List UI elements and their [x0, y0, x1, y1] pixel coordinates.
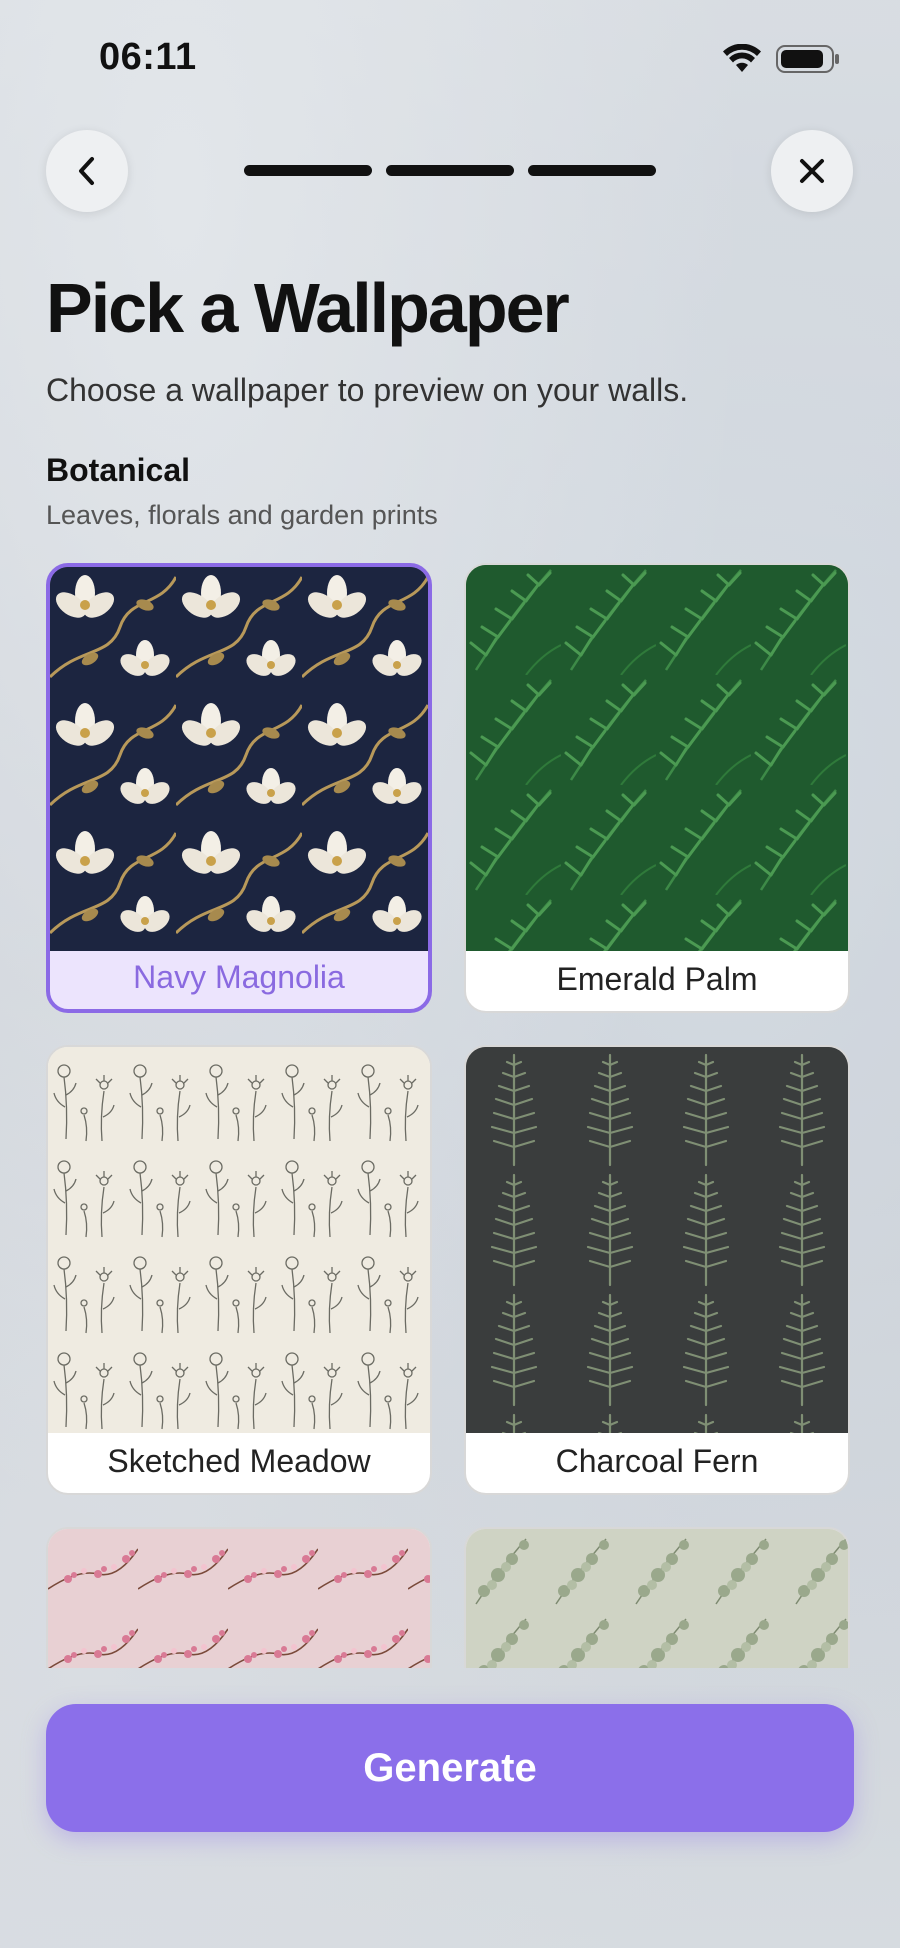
- wallpaper-card-sketched-meadow[interactable]: Sketched Meadow: [46, 1045, 432, 1495]
- wallpaper-grid: Navy Magnolia Emerald Palm Sketched Mead…: [0, 560, 900, 1668]
- wallpaper-card-charcoal-fern[interactable]: Charcoal Fern: [464, 1045, 850, 1495]
- wallpaper-thumbnail: [48, 1047, 430, 1433]
- wifi-icon: [723, 44, 761, 72]
- wallpaper-thumbnail: [466, 565, 848, 951]
- wallpaper-label: Sketched Meadow: [107, 1442, 371, 1479]
- wallpaper-card-emerald-palm[interactable]: Emerald Palm: [464, 563, 850, 1013]
- page-title: Pick a Wallpaper: [46, 269, 570, 347]
- wallpaper-label: Charcoal Fern: [555, 1442, 759, 1479]
- generate-button[interactable]: Generate: [46, 1704, 854, 1832]
- progress-step: [528, 165, 656, 176]
- wallpaper-card-navy-magnolia[interactable]: Navy Magnolia: [46, 563, 432, 1013]
- wallpaper-card-pink-blossom[interactable]: [46, 1527, 432, 1668]
- close-button[interactable]: [771, 130, 853, 212]
- back-button[interactable]: [46, 130, 128, 212]
- wallpaper-label: Emerald Palm: [556, 960, 758, 997]
- wallpaper-label: Navy Magnolia: [133, 958, 345, 995]
- wallpaper-thumbnail: [48, 1529, 430, 1668]
- wallpaper-thumbnail: [466, 1529, 848, 1668]
- section-subtitle: Leaves, florals and garden prints: [46, 500, 438, 530]
- wallpaper-thumbnail: [50, 567, 428, 951]
- progress-step: [386, 165, 514, 176]
- status-time: 06:11: [99, 36, 197, 78]
- chevron-left-icon: [79, 157, 94, 185]
- status-bar: 06:11: [0, 0, 900, 120]
- page-subtitle: Choose a wallpaper to preview on your wa…: [46, 372, 689, 408]
- wallpaper-card-sage-eucalyptus[interactable]: [464, 1527, 850, 1668]
- battery-icon: [776, 45, 839, 73]
- section-title: Botanical: [46, 452, 191, 488]
- step-progress: [244, 165, 656, 176]
- wallpaper-thumbnail: [466, 1047, 848, 1433]
- close-icon: [800, 159, 824, 183]
- progress-step: [244, 165, 372, 176]
